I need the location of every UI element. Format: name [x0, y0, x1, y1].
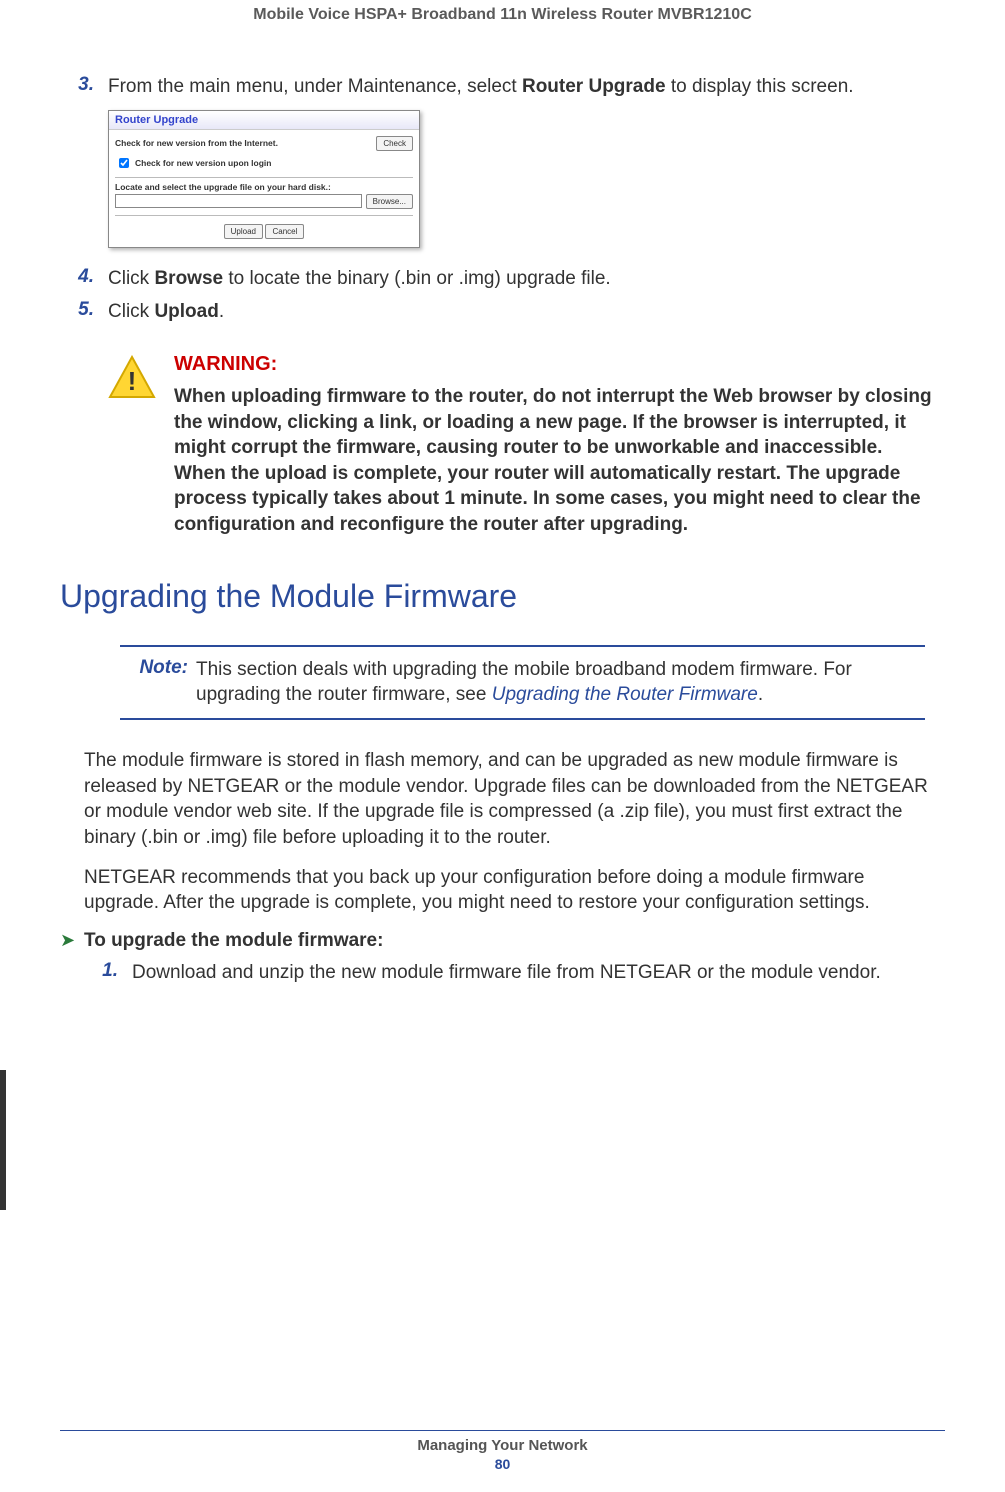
body-paragraph: NETGEAR recommends that you back up your…	[84, 865, 945, 916]
browse-button[interactable]: Browse...	[366, 194, 413, 209]
warning-icon: !	[108, 355, 156, 399]
router-upgrade-screenshot: Router Upgrade Check for new version fro…	[108, 110, 420, 248]
bold: Router Upgrade	[522, 76, 666, 97]
step-3: 3. From the main menu, under Maintenance…	[60, 74, 945, 100]
cancel-button[interactable]: Cancel	[265, 224, 304, 239]
svg-text:!: !	[128, 366, 137, 396]
text: Click	[108, 268, 154, 289]
note-text: This section deals with upgrading the mo…	[196, 657, 917, 708]
upload-button[interactable]: Upload	[224, 224, 263, 239]
check-internet-label: Check for new version from the Internet.	[115, 138, 278, 148]
step-4: 4. Click Browse to locate the binary (.b…	[60, 266, 945, 292]
check-login-label: Check for new version upon login	[135, 158, 272, 168]
text: to display this screen.	[666, 76, 854, 97]
step-number: 1.	[84, 960, 132, 986]
bold: Browse	[154, 268, 223, 289]
text: Click	[108, 301, 154, 322]
locate-label: Locate and select the upgrade file on yo…	[115, 182, 413, 192]
file-path-input[interactable]	[115, 194, 362, 208]
step-number: 3.	[60, 74, 108, 100]
page-footer: Managing Your Network 80	[60, 1430, 945, 1472]
text: .	[219, 301, 224, 322]
step-b1: 1. Download and unzip the new module fir…	[84, 960, 945, 986]
bold: Upload	[154, 301, 218, 322]
warning-block: ! WARNING: When uploading firmware to th…	[108, 353, 945, 538]
text: From the main menu, under Maintenance, s…	[108, 76, 522, 97]
step-number: 4.	[60, 266, 108, 292]
step-5: 5. Click Upload.	[60, 299, 945, 325]
warning-text: When uploading firmware to the router, d…	[174, 384, 945, 538]
note-block: Note: This section deals with upgrading …	[120, 645, 925, 720]
text: .	[758, 684, 763, 705]
check-login-checkbox[interactable]	[119, 158, 129, 168]
arrow-icon: ➤	[60, 930, 84, 951]
step-text: Download and unzip the new module firmwa…	[132, 960, 881, 986]
note-label: Note:	[128, 657, 196, 708]
step-text: From the main menu, under Maintenance, s…	[108, 74, 854, 100]
step-text: Click Upload.	[108, 299, 224, 325]
step-number: 5.	[60, 299, 108, 325]
procedure-heading: ➤ To upgrade the module firmware:	[60, 930, 945, 952]
footer-page-number: 80	[60, 1456, 945, 1472]
step-text: Click Browse to locate the binary (.bin …	[108, 266, 611, 292]
check-button[interactable]: Check	[376, 136, 413, 151]
side-tab	[0, 1070, 6, 1210]
body-paragraph: The module firmware is stored in flash m…	[84, 748, 945, 851]
screenshot-title: Router Upgrade	[109, 111, 419, 130]
text: to locate the binary (.bin or .img) upgr…	[223, 268, 611, 289]
note-link[interactable]: Upgrading the Router Firmware	[492, 684, 758, 705]
page-header: Mobile Voice HSPA+ Broadband 11n Wireles…	[60, 0, 945, 24]
procedure-title: To upgrade the module firmware:	[84, 930, 383, 952]
section-heading: Upgrading the Module Firmware	[60, 578, 945, 615]
warning-title: WARNING:	[174, 353, 945, 376]
footer-section: Managing Your Network	[60, 1437, 945, 1454]
